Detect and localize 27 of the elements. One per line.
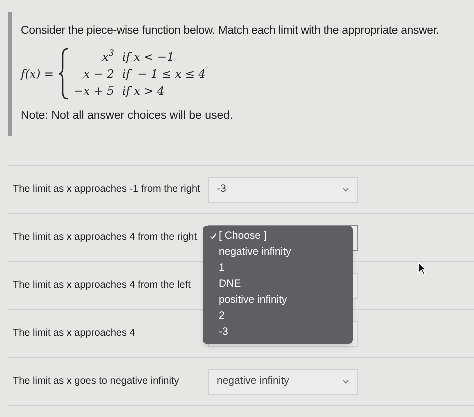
dropdown-option[interactable]: -3 bbox=[203, 324, 353, 340]
pointer-icon bbox=[418, 262, 427, 275]
question-label: The limit as x goes to negative infinity bbox=[12, 375, 180, 389]
dropdown-option[interactable]: negative infinity bbox=[203, 244, 353, 260]
answer-select[interactable]: negative infinity bbox=[208, 368, 358, 394]
dropdown-option[interactable]: DNE bbox=[203, 276, 353, 292]
piece-condition: if − 1 ≤ x ≤ 4 bbox=[122, 66, 206, 83]
question-label: The limit as x approaches 4 from the left bbox=[12, 279, 192, 293]
question-label: The limit as x approaches 4 bbox=[12, 327, 136, 341]
question-label: The limit as x approaches 4 from the right bbox=[12, 231, 198, 245]
piece-expression: −x + 5 bbox=[74, 82, 114, 100]
dropdown-option[interactable]: 2 bbox=[203, 308, 353, 324]
piece-expression: x − 2 bbox=[82, 66, 114, 83]
piece-expression: x$^{3}$ bbox=[101, 48, 114, 66]
caret-icon bbox=[343, 188, 349, 192]
function-name: f(x) = bbox=[21, 66, 54, 83]
dropdown-option[interactable]: positive infinity bbox=[203, 292, 353, 308]
piece-condition: if x < −1 bbox=[122, 48, 176, 66]
instructions-text: Consider the piece-wise function below. Match each limit with the appropriate answer. bbox=[21, 24, 440, 39]
answer-select[interactable]: -3 bbox=[208, 176, 358, 202]
note-text: Note: Not all answer choices will be used. bbox=[21, 109, 234, 124]
piece-condition: if x > 4 bbox=[122, 82, 166, 100]
caret-icon bbox=[343, 380, 349, 384]
brace-icon bbox=[58, 48, 70, 100]
question-label: The limit as x approaches -1 from the right bbox=[12, 183, 202, 197]
dropdown-option[interactable]: 1 bbox=[203, 260, 353, 276]
dropdown-option[interactable]: [ Choose ] bbox=[203, 228, 353, 244]
